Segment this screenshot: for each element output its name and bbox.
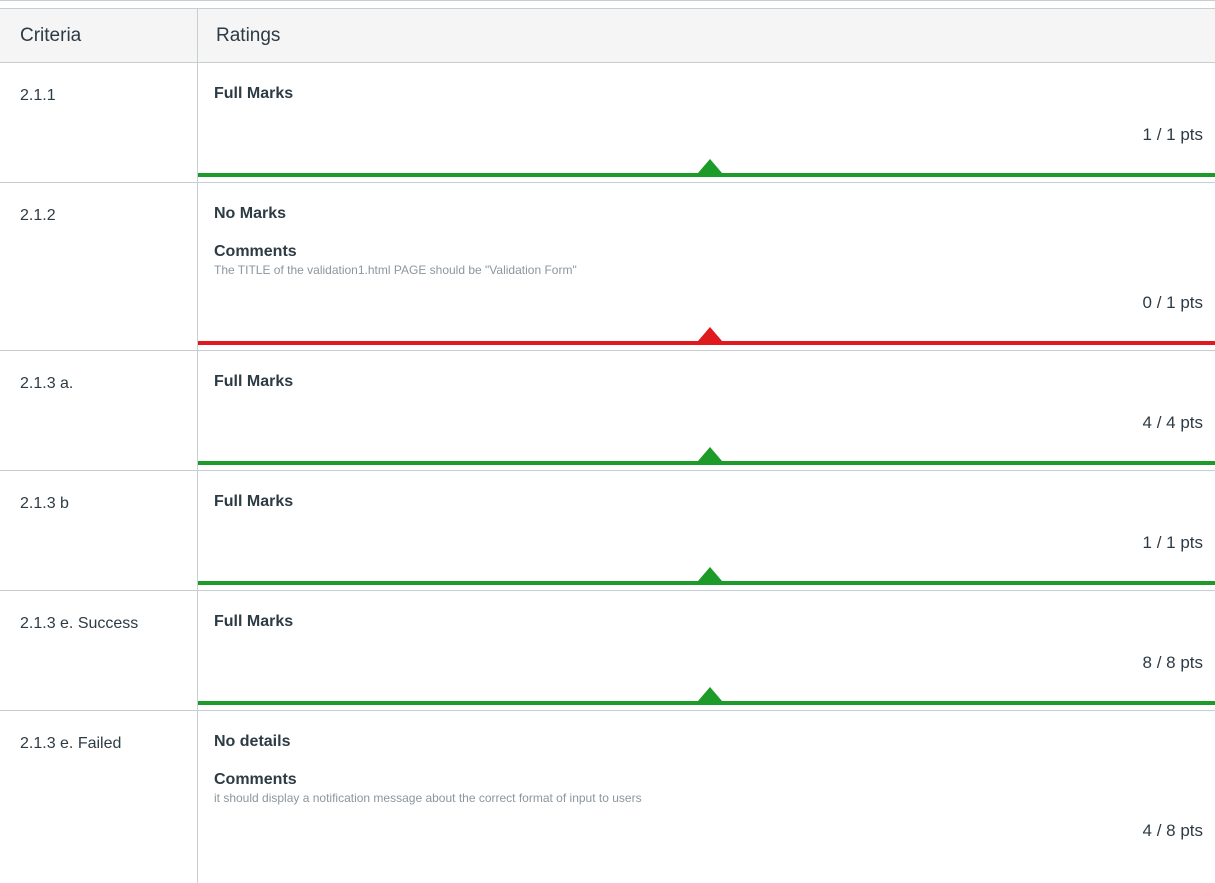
criterion-row: 2.1.3 e. Failed No details Comments it s…	[0, 711, 1215, 883]
rating-selected-marker	[698, 447, 722, 461]
rubric-header-row: Criteria Ratings	[0, 8, 1215, 63]
points-value: 1 / 1 pts	[1142, 533, 1203, 552]
criterion-row: 2.1.3 b Full Marks 1 / 1 pts	[0, 471, 1215, 591]
criterion-row: 2.1.2 No Marks Comments The TITLE of the…	[0, 183, 1215, 351]
rating-title: No details	[214, 733, 291, 750]
criterion-label: 2.1.2	[20, 207, 56, 224]
ratings-header: Ratings	[216, 25, 281, 46]
points-value: 1 / 1 pts	[1142, 125, 1203, 144]
points-value: 4 / 4 pts	[1142, 413, 1203, 432]
rating-title[interactable]: Full Marks	[214, 613, 293, 631]
rubric-table: Criteria Ratings 2.1.1 Full Marks 1 / 1 …	[0, 0, 1215, 883]
points-value: 0 / 1 pts	[1142, 293, 1203, 312]
criterion-label: 2.1.3 b	[20, 495, 69, 512]
criterion-label: 2.1.3 a.	[20, 375, 74, 392]
rating-selected-marker	[698, 567, 722, 581]
rating-title[interactable]: No Marks	[214, 205, 286, 223]
column-divider	[197, 8, 198, 883]
rating-selected-bar	[197, 581, 1215, 585]
comments-label: Comments	[214, 243, 297, 260]
criterion-label: 2.1.3 e. Success	[20, 615, 139, 632]
rating-title[interactable]: Full Marks	[214, 373, 293, 391]
rating-title[interactable]: Full Marks	[214, 493, 293, 511]
comment-text: it should display a notification message…	[214, 791, 642, 805]
rating-selected-bar	[197, 701, 1215, 705]
rating-selected-bar	[197, 173, 1215, 177]
rating-selected-marker	[698, 327, 722, 341]
rating-selected-marker	[698, 687, 722, 701]
criterion-row: 2.1.3 a. Full Marks 4 / 4 pts	[0, 351, 1215, 471]
criterion-row: 2.1.1 Full Marks 1 / 1 pts	[0, 63, 1215, 183]
rating-selected-marker	[698, 159, 722, 173]
comment-text: The TITLE of the validation1.html PAGE s…	[214, 263, 577, 277]
points-value: 8 / 8 pts	[1142, 653, 1203, 672]
rating-title[interactable]: Full Marks	[214, 85, 293, 103]
criterion-row: 2.1.3 e. Success Full Marks 8 / 8 pts	[0, 591, 1215, 711]
rating-selected-bar	[197, 341, 1215, 345]
criterion-label: 2.1.1	[20, 87, 56, 104]
comments-label: Comments	[214, 771, 297, 788]
rating-selected-bar	[197, 461, 1215, 465]
criteria-header: Criteria	[20, 25, 82, 46]
criterion-label: 2.1.3 e. Failed	[20, 735, 122, 752]
points-value: 4 / 8 pts	[1142, 821, 1203, 840]
